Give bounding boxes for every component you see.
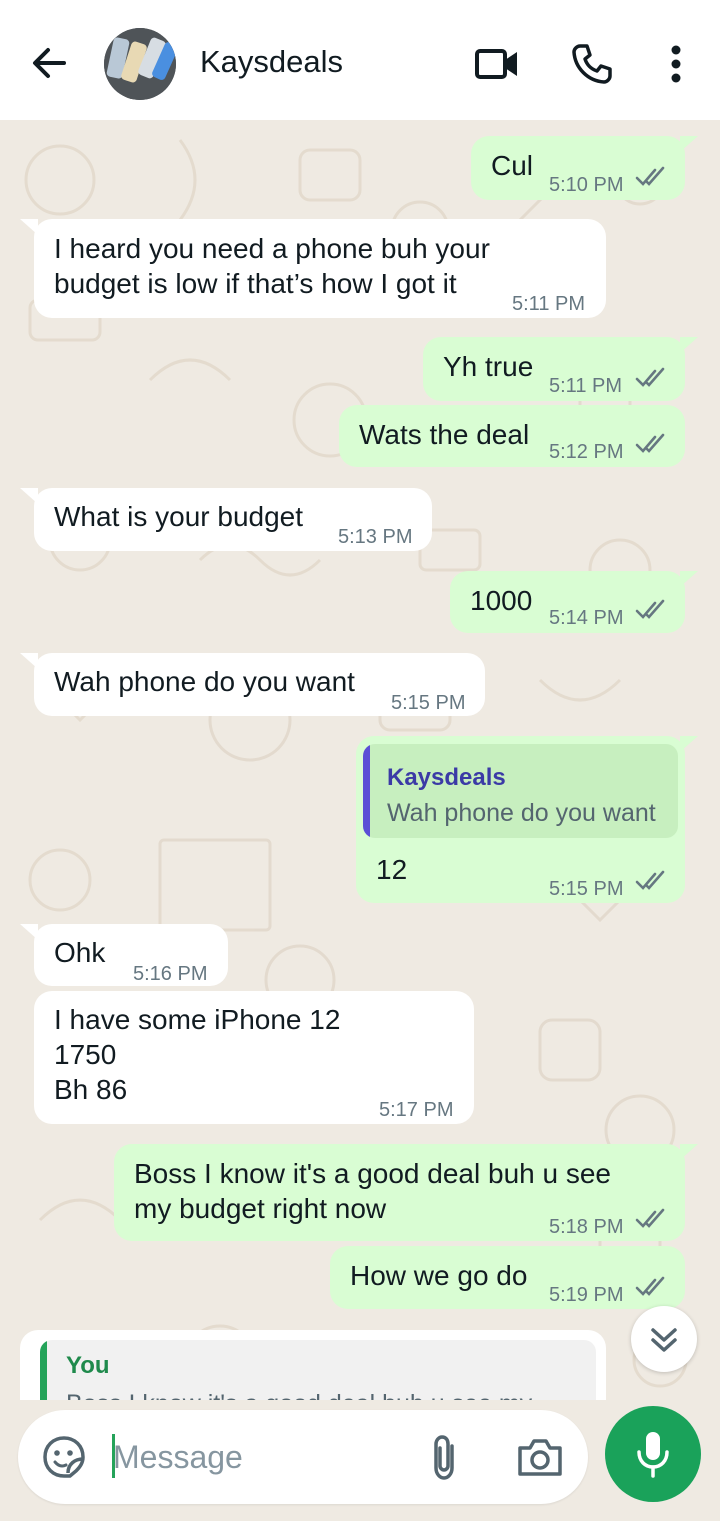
quoted-text: Wah phone do you want (387, 799, 656, 827)
quoted-text: Boss I know it's a good deal buh u see m… (66, 1390, 532, 1400)
quoted-author: Kaysdeals (387, 764, 506, 791)
camera-icon[interactable] (516, 1436, 564, 1478)
paperclip-icon[interactable] (422, 1432, 466, 1482)
message-text: Wats the deal (359, 419, 530, 450)
message-text: 12 (376, 854, 408, 885)
read-receipt-icon (635, 1276, 665, 1296)
message-text: I heard you need a phone buh your budget… (54, 233, 490, 299)
message-bubble-outgoing[interactable]: 1000 5:14 PM (450, 571, 685, 633)
microphone-icon (637, 1432, 669, 1478)
message-bubble-outgoing[interactable]: Yh true 5:11 PM (423, 337, 685, 401)
message-bubble-incoming[interactable]: What is your budget 5:13 PM (34, 488, 432, 551)
bubble-tail (680, 736, 698, 752)
more-vertical-icon[interactable] (660, 42, 692, 86)
read-receipt-icon (635, 433, 665, 453)
message-time: 5:11 PM (512, 293, 585, 315)
message-bubble-outgoing[interactable]: Kaysdeals Wah phone do you want 12 5:15 … (356, 736, 685, 903)
message-bubble-incoming[interactable]: I heard you need a phone buh your budget… (34, 219, 606, 318)
message-bubble-incoming[interactable]: Wah phone do you want 5:15 PM (34, 653, 485, 716)
message-text: What is your budget (54, 501, 304, 532)
message-time: 5:10 PM (549, 174, 624, 196)
arrow-left-icon[interactable] (28, 42, 70, 84)
message-bubble-outgoing[interactable]: How we go do 5:19 PM (330, 1246, 685, 1309)
double-chevron-down-icon (651, 1328, 677, 1352)
message-text: 1000 (470, 585, 533, 616)
sticker-icon[interactable] (42, 1435, 86, 1479)
quote-accent-bar (363, 744, 370, 838)
message-bubble-outgoing[interactable]: Boss I know it's a good deal buh u see m… (114, 1144, 685, 1241)
read-receipt-icon (635, 870, 665, 890)
bubble-tail (680, 337, 698, 353)
message-text: Yh true (443, 351, 534, 382)
message-bubble-outgoing[interactable]: Wats the deal 5:12 PM (339, 405, 685, 467)
message-text: I have some iPhone 12 1750 Bh 86 (54, 1004, 341, 1105)
avatar[interactable] (104, 28, 176, 100)
message-time: 5:15 PM (391, 692, 466, 714)
message-time: 5:19 PM (549, 1284, 624, 1306)
message-bubble-incoming[interactable]: Ohk 5:16 PM (34, 924, 228, 986)
message-time: 5:14 PM (549, 607, 624, 629)
scroll-to-bottom-button[interactable] (631, 1306, 697, 1372)
voice-message-button[interactable] (605, 1406, 701, 1502)
message-text: How we go do (350, 1260, 528, 1291)
quoted-message[interactable]: Kaysdeals Wah phone do you want (363, 744, 678, 838)
message-time: 5:13 PM (338, 526, 413, 548)
message-time: 5:16 PM (133, 963, 208, 985)
read-receipt-icon (635, 367, 665, 387)
message-input-container[interactable]: Message (18, 1410, 588, 1504)
message-text: Cul (491, 150, 534, 181)
message-bubble-incoming[interactable]: I have some iPhone 12 1750 Bh 86 5:17 PM (34, 991, 474, 1124)
quoted-author: You (66, 1352, 110, 1379)
read-receipt-icon (635, 599, 665, 619)
bubble-tail (680, 136, 698, 152)
chat-header: Kaysdeals (0, 0, 720, 120)
video-call-icon[interactable] (474, 44, 520, 84)
message-input[interactable]: Message (113, 1439, 243, 1476)
phone-icon[interactable] (570, 42, 614, 86)
bubble-tail (680, 571, 698, 587)
read-receipt-icon (635, 1208, 665, 1228)
read-receipt-icon (635, 166, 665, 186)
message-time: 5:15 PM (549, 878, 624, 900)
quoted-message[interactable]: You Boss I know it's a good deal buh u s… (40, 1340, 596, 1400)
message-text: Wah phone do you want (54, 666, 355, 697)
message-time: 5:12 PM (549, 441, 624, 463)
contact-name[interactable]: Kaysdeals (200, 44, 343, 80)
message-time: 5:18 PM (549, 1216, 624, 1238)
bubble-tail (680, 1144, 698, 1160)
message-bubble-incoming-partial[interactable]: You Boss I know it's a good deal buh u s… (20, 1330, 606, 1400)
quote-accent-bar (40, 1340, 47, 1400)
message-bubble-outgoing[interactable]: Cul 5:10 PM (471, 136, 685, 200)
message-time: 5:17 PM (379, 1099, 454, 1121)
message-time: 5:11 PM (549, 375, 622, 397)
chat-messages[interactable]: Cul 5:10 PM I heard you need a phone buh… (0, 120, 720, 1400)
message-text: Boss I know it's a good deal buh u see m… (134, 1158, 611, 1224)
message-text: Ohk (54, 937, 106, 968)
message-composer: Message (0, 1400, 720, 1521)
